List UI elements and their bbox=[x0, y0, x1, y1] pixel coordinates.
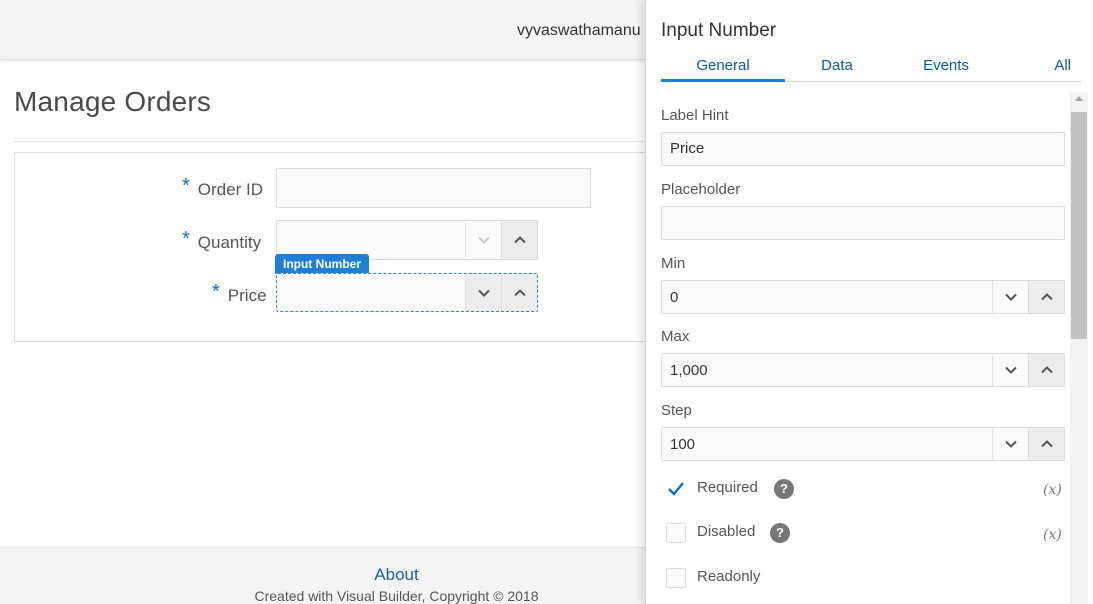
scrollbar-thumb[interactable] bbox=[1071, 112, 1087, 339]
help-icon[interactable]: ? bbox=[770, 523, 790, 543]
chevron-up-icon bbox=[1040, 440, 1053, 448]
designer-canvas: vyvaswathamanu Manage Orders * Order ID *… bbox=[0, 0, 645, 604]
required-marker: * bbox=[182, 175, 190, 197]
max-label: Max bbox=[661, 328, 690, 345]
price-label: * Price bbox=[212, 281, 267, 307]
max-input[interactable]: 1,000 bbox=[661, 353, 1065, 387]
min-increment-button[interactable] bbox=[1028, 281, 1064, 313]
disabled-row: Disabled ? bbox=[666, 521, 1066, 543]
price-increment-button[interactable] bbox=[501, 274, 537, 311]
tab-events[interactable]: Events bbox=[889, 56, 1003, 82]
chevron-up-icon bbox=[1040, 366, 1053, 374]
quantity-decrement-button[interactable] bbox=[465, 221, 501, 259]
min-label: Min bbox=[661, 255, 686, 272]
variable-expression-icon[interactable]: (x) bbox=[1043, 482, 1062, 498]
inspector-tabs: General Data Events All bbox=[661, 56, 1081, 82]
tab-general[interactable]: General bbox=[661, 56, 785, 82]
variable-expression-icon[interactable]: (x) bbox=[1043, 527, 1062, 543]
tab-data[interactable]: Data bbox=[785, 56, 889, 82]
chevron-up-icon bbox=[513, 288, 526, 296]
app-footer: About Created with Visual Builder, Copyr… bbox=[0, 547, 645, 604]
required-marker: * bbox=[212, 281, 220, 303]
selected-component-tag[interactable]: Input Number bbox=[275, 254, 369, 274]
min-input[interactable]: 0 bbox=[661, 280, 1065, 314]
readonly-row: Readonly bbox=[666, 566, 1066, 588]
step-value: 100 bbox=[670, 436, 696, 453]
chevron-down-icon bbox=[477, 236, 490, 244]
chevron-up-icon bbox=[1040, 293, 1053, 301]
step-label: Step bbox=[661, 402, 692, 419]
property-inspector: Input Number General Data Events All Lab… bbox=[645, 0, 1093, 604]
checkmark-icon bbox=[668, 482, 684, 496]
max-value: 1,000 bbox=[670, 362, 708, 379]
chevron-down-icon bbox=[477, 289, 490, 297]
order-id-label-text: Order ID bbox=[197, 180, 263, 199]
order-id-input[interactable] bbox=[276, 168, 591, 208]
readonly-checkbox[interactable] bbox=[666, 568, 686, 588]
page-title: Manage Orders bbox=[14, 86, 212, 117]
inspector-scrollbar[interactable] bbox=[1070, 92, 1088, 604]
title-divider bbox=[14, 141, 645, 142]
quantity-label: * Quantity bbox=[182, 228, 262, 254]
max-increment-button[interactable] bbox=[1028, 354, 1064, 386]
tab-all[interactable]: All bbox=[1003, 56, 1081, 82]
order-id-label: * Order ID bbox=[182, 175, 263, 201]
label-hint-input[interactable]: Price bbox=[661, 132, 1065, 166]
required-marker: * bbox=[182, 228, 190, 250]
step-decrement-button[interactable] bbox=[992, 428, 1028, 460]
price-label-text: Price bbox=[227, 286, 267, 305]
readonly-label: Readonly bbox=[697, 568, 761, 585]
placeholder-input[interactable] bbox=[661, 206, 1065, 240]
chevron-down-icon bbox=[1004, 440, 1017, 448]
max-decrement-button[interactable] bbox=[992, 354, 1028, 386]
chevron-down-icon bbox=[1004, 366, 1017, 374]
chevron-down-icon bbox=[1004, 293, 1017, 301]
disabled-checkbox[interactable] bbox=[666, 523, 686, 543]
step-increment-button[interactable] bbox=[1028, 428, 1064, 460]
placeholder-label: Placeholder bbox=[661, 181, 741, 198]
app-header: vyvaswathamanu bbox=[0, 0, 645, 60]
required-checkbox[interactable] bbox=[666, 479, 686, 499]
min-value: 0 bbox=[670, 289, 679, 306]
required-label: Required bbox=[697, 479, 758, 496]
label-hint-label: Label Hint bbox=[661, 107, 729, 124]
help-icon[interactable]: ? bbox=[774, 479, 794, 499]
chevron-up-icon bbox=[513, 236, 526, 244]
user-name[interactable]: vyvaswathamanu bbox=[517, 22, 641, 40]
price-input[interactable] bbox=[276, 273, 538, 312]
about-link[interactable]: About bbox=[0, 565, 645, 585]
min-decrement-button[interactable] bbox=[992, 281, 1028, 313]
panel-title: Input Number bbox=[661, 20, 777, 41]
scroll-up-arrow-icon[interactable] bbox=[1075, 96, 1083, 101]
required-row: Required ? bbox=[666, 477, 1066, 499]
copyright-text: Created with Visual Builder, Copyright ©… bbox=[254, 588, 539, 604]
step-input[interactable]: 100 bbox=[661, 427, 1065, 461]
price-decrement-button[interactable] bbox=[465, 274, 501, 311]
quantity-label-text: Quantity bbox=[197, 233, 262, 252]
quantity-increment-button[interactable] bbox=[501, 221, 537, 259]
disabled-label: Disabled bbox=[697, 523, 756, 540]
